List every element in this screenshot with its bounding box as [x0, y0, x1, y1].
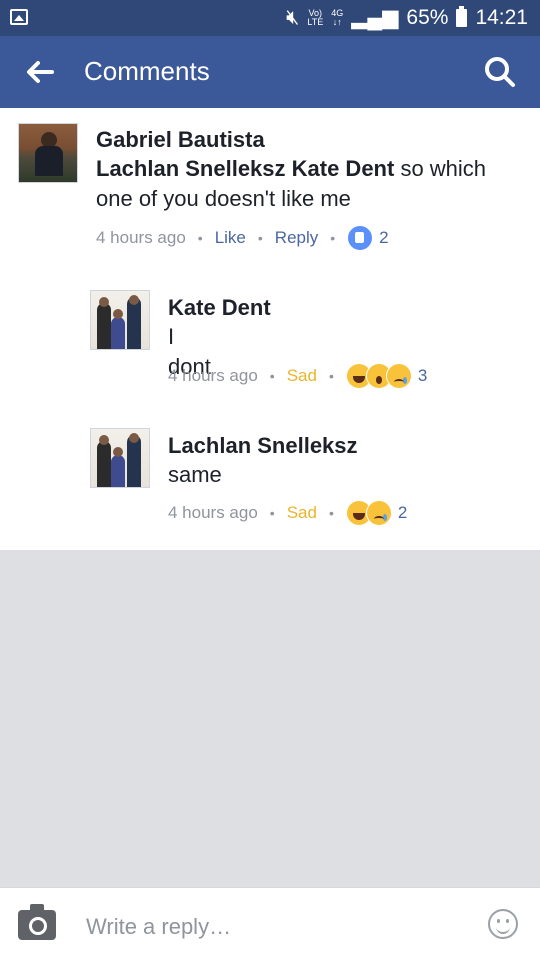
sad-reaction-icon[interactable]	[365, 500, 392, 526]
reply-bar	[0, 887, 540, 960]
signal-icon: ▂▄▆	[351, 6, 399, 29]
separator-dot: •	[328, 505, 334, 521]
reply-input[interactable]	[84, 911, 468, 943]
sad-reaction-button[interactable]: Sad	[287, 503, 317, 523]
avatar-body	[35, 146, 63, 176]
separator-dot: •	[197, 230, 203, 246]
app-bar: Comments	[0, 36, 540, 108]
sad-reaction-button[interactable]: Sad	[287, 366, 317, 386]
comment-author[interactable]: Kate Dent	[168, 295, 271, 321]
separator-dot: •	[330, 230, 336, 246]
like-reaction-icon[interactable]	[347, 225, 374, 251]
avatar-figure	[111, 317, 125, 349]
avatar-face	[113, 309, 123, 319]
mention-link[interactable]: Lachlan Snelleksz Kate Dent	[96, 156, 394, 181]
comment-text: Lachlan Snelleksz Kate Dent so which one…	[96, 154, 516, 214]
avatar[interactable]	[90, 290, 150, 350]
back-arrow-icon[interactable]	[22, 54, 58, 90]
reply-button[interactable]: Reply	[275, 228, 318, 248]
comment-author[interactable]: Lachlan Snelleksz	[168, 433, 358, 459]
status-right: 🔇︎ Vo) LTE 4G ↓↑ ▂▄▆ 65% 14:21	[286, 5, 528, 30]
separator-dot: •	[257, 230, 263, 246]
avatar-face	[99, 435, 109, 445]
avatar[interactable]	[18, 123, 78, 183]
volte-indicator: Vo) LTE	[307, 8, 324, 27]
timestamp: 4 hours ago	[96, 228, 186, 247]
avatar-face	[113, 447, 123, 457]
avatar-face	[99, 297, 109, 307]
comment-author[interactable]: Gabriel Bautista	[96, 127, 265, 153]
mute-icon: 🔇︎	[286, 5, 300, 29]
comment-text: same	[168, 462, 222, 487]
avatar-face	[129, 433, 139, 443]
sad-reaction-icon[interactable]	[385, 363, 412, 389]
arrow-left-icon	[27, 61, 54, 83]
search-button[interactable]	[482, 54, 518, 90]
separator-dot: •	[269, 505, 275, 521]
reaction-count[interactable]: 2	[398, 503, 407, 523]
comments-list: Gabriel Bautista Lachlan Snelleksz Kate …	[0, 108, 540, 550]
avatar-face	[129, 295, 139, 305]
smiley-icon[interactable]	[488, 909, 518, 939]
battery-percent: 65%	[406, 5, 449, 29]
reaction-count[interactable]: 2	[379, 228, 388, 248]
camera-icon[interactable]	[18, 904, 56, 940]
network-type: 4G ↓↑	[331, 8, 343, 27]
timestamp: 4 hours ago	[168, 503, 258, 522]
comment-meta: 4 hours ago • Sad • 3	[168, 363, 427, 389]
gallery-icon	[10, 9, 28, 25]
separator-dot: •	[269, 368, 275, 384]
avatar-figure	[111, 455, 125, 487]
like-button[interactable]: Like	[215, 228, 246, 248]
timestamp: 4 hours ago	[168, 366, 258, 385]
status-bar: 🔇︎ Vo) LTE 4G ↓↑ ▂▄▆ 65% 14:21	[0, 0, 540, 36]
network-type-bottom: ↓↑	[332, 16, 342, 27]
volte-bottom: LTE	[307, 16, 324, 27]
clock: 14:21	[475, 5, 528, 29]
avatar-figure	[97, 303, 111, 349]
search-icon	[485, 57, 515, 87]
empty-area	[0, 550, 540, 887]
reaction-count[interactable]: 3	[418, 366, 427, 386]
separator-dot: •	[328, 368, 334, 384]
battery-icon	[456, 5, 468, 27]
avatar[interactable]	[90, 428, 150, 488]
comment-meta: 4 hours ago • Like • Reply • 2	[96, 225, 389, 251]
avatar-figure	[97, 441, 111, 487]
page-title: Comments	[84, 56, 210, 86]
comment-meta: 4 hours ago • Sad • 2	[168, 500, 407, 526]
